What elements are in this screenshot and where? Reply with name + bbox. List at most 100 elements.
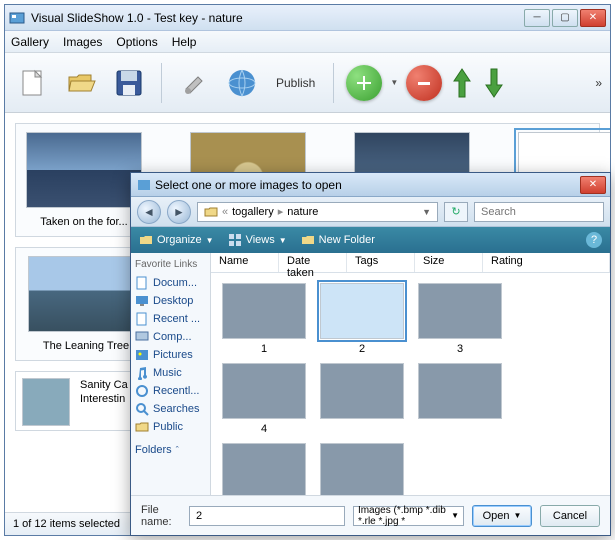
file-grid: 1 2 3 4 <box>211 273 610 495</box>
menu-help[interactable]: Help <box>172 35 197 49</box>
crumb-dropdown[interactable]: ▼ <box>422 207 431 217</box>
recent-icon <box>135 312 149 326</box>
description-line: Interestin <box>80 392 128 406</box>
thumbnail-item[interactable]: Taken on the for... <box>26 132 142 228</box>
file-name: 4 <box>261 423 267 435</box>
folders-toggle[interactable]: Foldersˆ <box>135 444 206 456</box>
save-button[interactable] <box>109 63 149 103</box>
thumbnail-item[interactable]: The Leaning Tree <box>26 256 146 352</box>
file-item[interactable]: 2 <box>317 283 407 355</box>
add-button[interactable] <box>346 65 382 101</box>
sidebar-documents[interactable]: Docum... <box>135 274 206 292</box>
newfolder-button[interactable]: New Folder <box>301 233 375 247</box>
file-thumb <box>418 283 502 339</box>
dialog-sidebar: Favorite Links Docum... Desktop Recent .… <box>131 253 211 495</box>
file-item[interactable] <box>219 443 309 495</box>
filename-input[interactable] <box>189 506 345 526</box>
close-button[interactable]: ✕ <box>580 9 606 27</box>
maximize-button[interactable]: ▢ <box>552 9 578 27</box>
file-thumb <box>222 283 306 339</box>
remove-button[interactable] <box>406 65 442 101</box>
menu-options[interactable]: Options <box>116 35 157 49</box>
open-button[interactable] <box>61 63 101 103</box>
crumb-sep: « <box>222 206 228 218</box>
refresh-button[interactable]: ↻ <box>444 202 468 222</box>
sidebar-public[interactable]: Public <box>135 418 206 436</box>
help-button[interactable]: ? <box>586 232 602 248</box>
col-tags[interactable]: Tags <box>347 253 415 272</box>
dialog-titlebar: Select one or more images to open ✕ <box>131 173 610 197</box>
views-button[interactable]: Views▼ <box>228 233 287 247</box>
sidebar-desktop[interactable]: Desktop <box>135 292 206 310</box>
menu-gallery[interactable]: Gallery <box>11 35 49 49</box>
main-toolbar: Publish ▼ » <box>5 53 610 113</box>
dialog-title: Select one or more images to open <box>135 178 580 192</box>
file-name: 2 <box>359 343 365 355</box>
filetype-filter[interactable]: Images (*.bmp *.dib *.rle *.jpg *▼ <box>353 506 464 526</box>
open-button[interactable]: Open ▼ <box>472 505 532 527</box>
organize-button[interactable]: Organize▼ <box>139 233 214 247</box>
dialog-navbar: ◄ ► « togallery ▸ nature ▼ ↻ <box>131 197 610 227</box>
file-item[interactable] <box>317 443 407 495</box>
file-thumb <box>418 363 502 419</box>
col-date[interactable]: Date taken <box>279 253 347 272</box>
publish-label: Publish <box>276 76 315 90</box>
menu-images[interactable]: Images <box>63 35 102 49</box>
thumbnail-caption: Taken on the for... <box>26 216 142 228</box>
file-open-dialog: Select one or more images to open ✕ ◄ ► … <box>130 172 611 536</box>
move-up-button[interactable] <box>450 65 474 101</box>
description-thumb <box>22 378 70 426</box>
file-name: 3 <box>457 343 463 355</box>
cancel-button[interactable]: Cancel <box>540 505 600 527</box>
sidebar-pictures[interactable]: Pictures <box>135 346 206 364</box>
app-icon <box>9 10 25 26</box>
file-thumb <box>222 443 306 495</box>
main-title: Visual SlideShow 1.0 - Test key - nature <box>31 11 524 25</box>
settings-button[interactable] <box>174 63 214 103</box>
thumbnail-image <box>28 256 144 332</box>
main-titlebar: Visual SlideShow 1.0 - Test key - nature… <box>5 5 610 31</box>
col-name[interactable]: Name <box>211 253 279 272</box>
dialog-body: Favorite Links Docum... Desktop Recent .… <box>131 253 610 495</box>
crumb-part[interactable]: nature <box>287 206 318 218</box>
sidebar-searches[interactable]: Searches <box>135 400 206 418</box>
add-dropdown[interactable]: ▼ <box>390 78 398 87</box>
toolbar-separator <box>161 63 162 103</box>
menubar: Gallery Images Options Help <box>5 31 610 53</box>
file-item[interactable] <box>415 363 505 435</box>
sidebar-computer[interactable]: Comp... <box>135 328 206 346</box>
pictures-icon <box>135 348 149 362</box>
col-rating[interactable]: Rating <box>483 253 610 272</box>
breadcrumb[interactable]: « togallery ▸ nature ▼ <box>197 202 438 222</box>
file-thumb <box>222 363 306 419</box>
dialog-close-button[interactable]: ✕ <box>580 176 606 194</box>
sidebar-music[interactable]: Music <box>135 364 206 382</box>
file-area: Name Date taken Tags Size Rating 1 2 3 4 <box>211 253 610 495</box>
crumb-part[interactable]: togallery <box>232 206 274 218</box>
file-item[interactable]: 4 <box>219 363 309 435</box>
file-item[interactable]: 1 <box>219 283 309 355</box>
col-size[interactable]: Size <box>415 253 483 272</box>
computer-icon <box>135 330 149 344</box>
desktop-icon <box>135 294 149 308</box>
dialog-icon <box>137 178 151 192</box>
search-input[interactable] <box>474 202 604 222</box>
file-item[interactable] <box>317 363 407 435</box>
status-text: 1 of 12 items selected <box>13 518 120 530</box>
new-button[interactable] <box>13 63 53 103</box>
minimize-button[interactable]: ─ <box>524 9 550 27</box>
sidebar-recent[interactable]: Recent ... <box>135 310 206 328</box>
move-down-button[interactable] <box>482 65 506 101</box>
publish-button[interactable] <box>222 63 262 103</box>
recently-icon <box>135 384 149 398</box>
nav-back-button[interactable]: ◄ <box>137 200 161 224</box>
nav-forward-button[interactable]: ► <box>167 200 191 224</box>
file-item[interactable]: 3 <box>415 283 505 355</box>
file-thumb <box>320 443 404 495</box>
file-thumb <box>320 363 404 419</box>
toolbar-separator-2 <box>333 63 334 103</box>
folder-icon <box>204 205 218 219</box>
document-icon <box>135 276 149 290</box>
sidebar-recently[interactable]: Recentl... <box>135 382 206 400</box>
toolbar-overflow[interactable]: » <box>595 76 602 90</box>
